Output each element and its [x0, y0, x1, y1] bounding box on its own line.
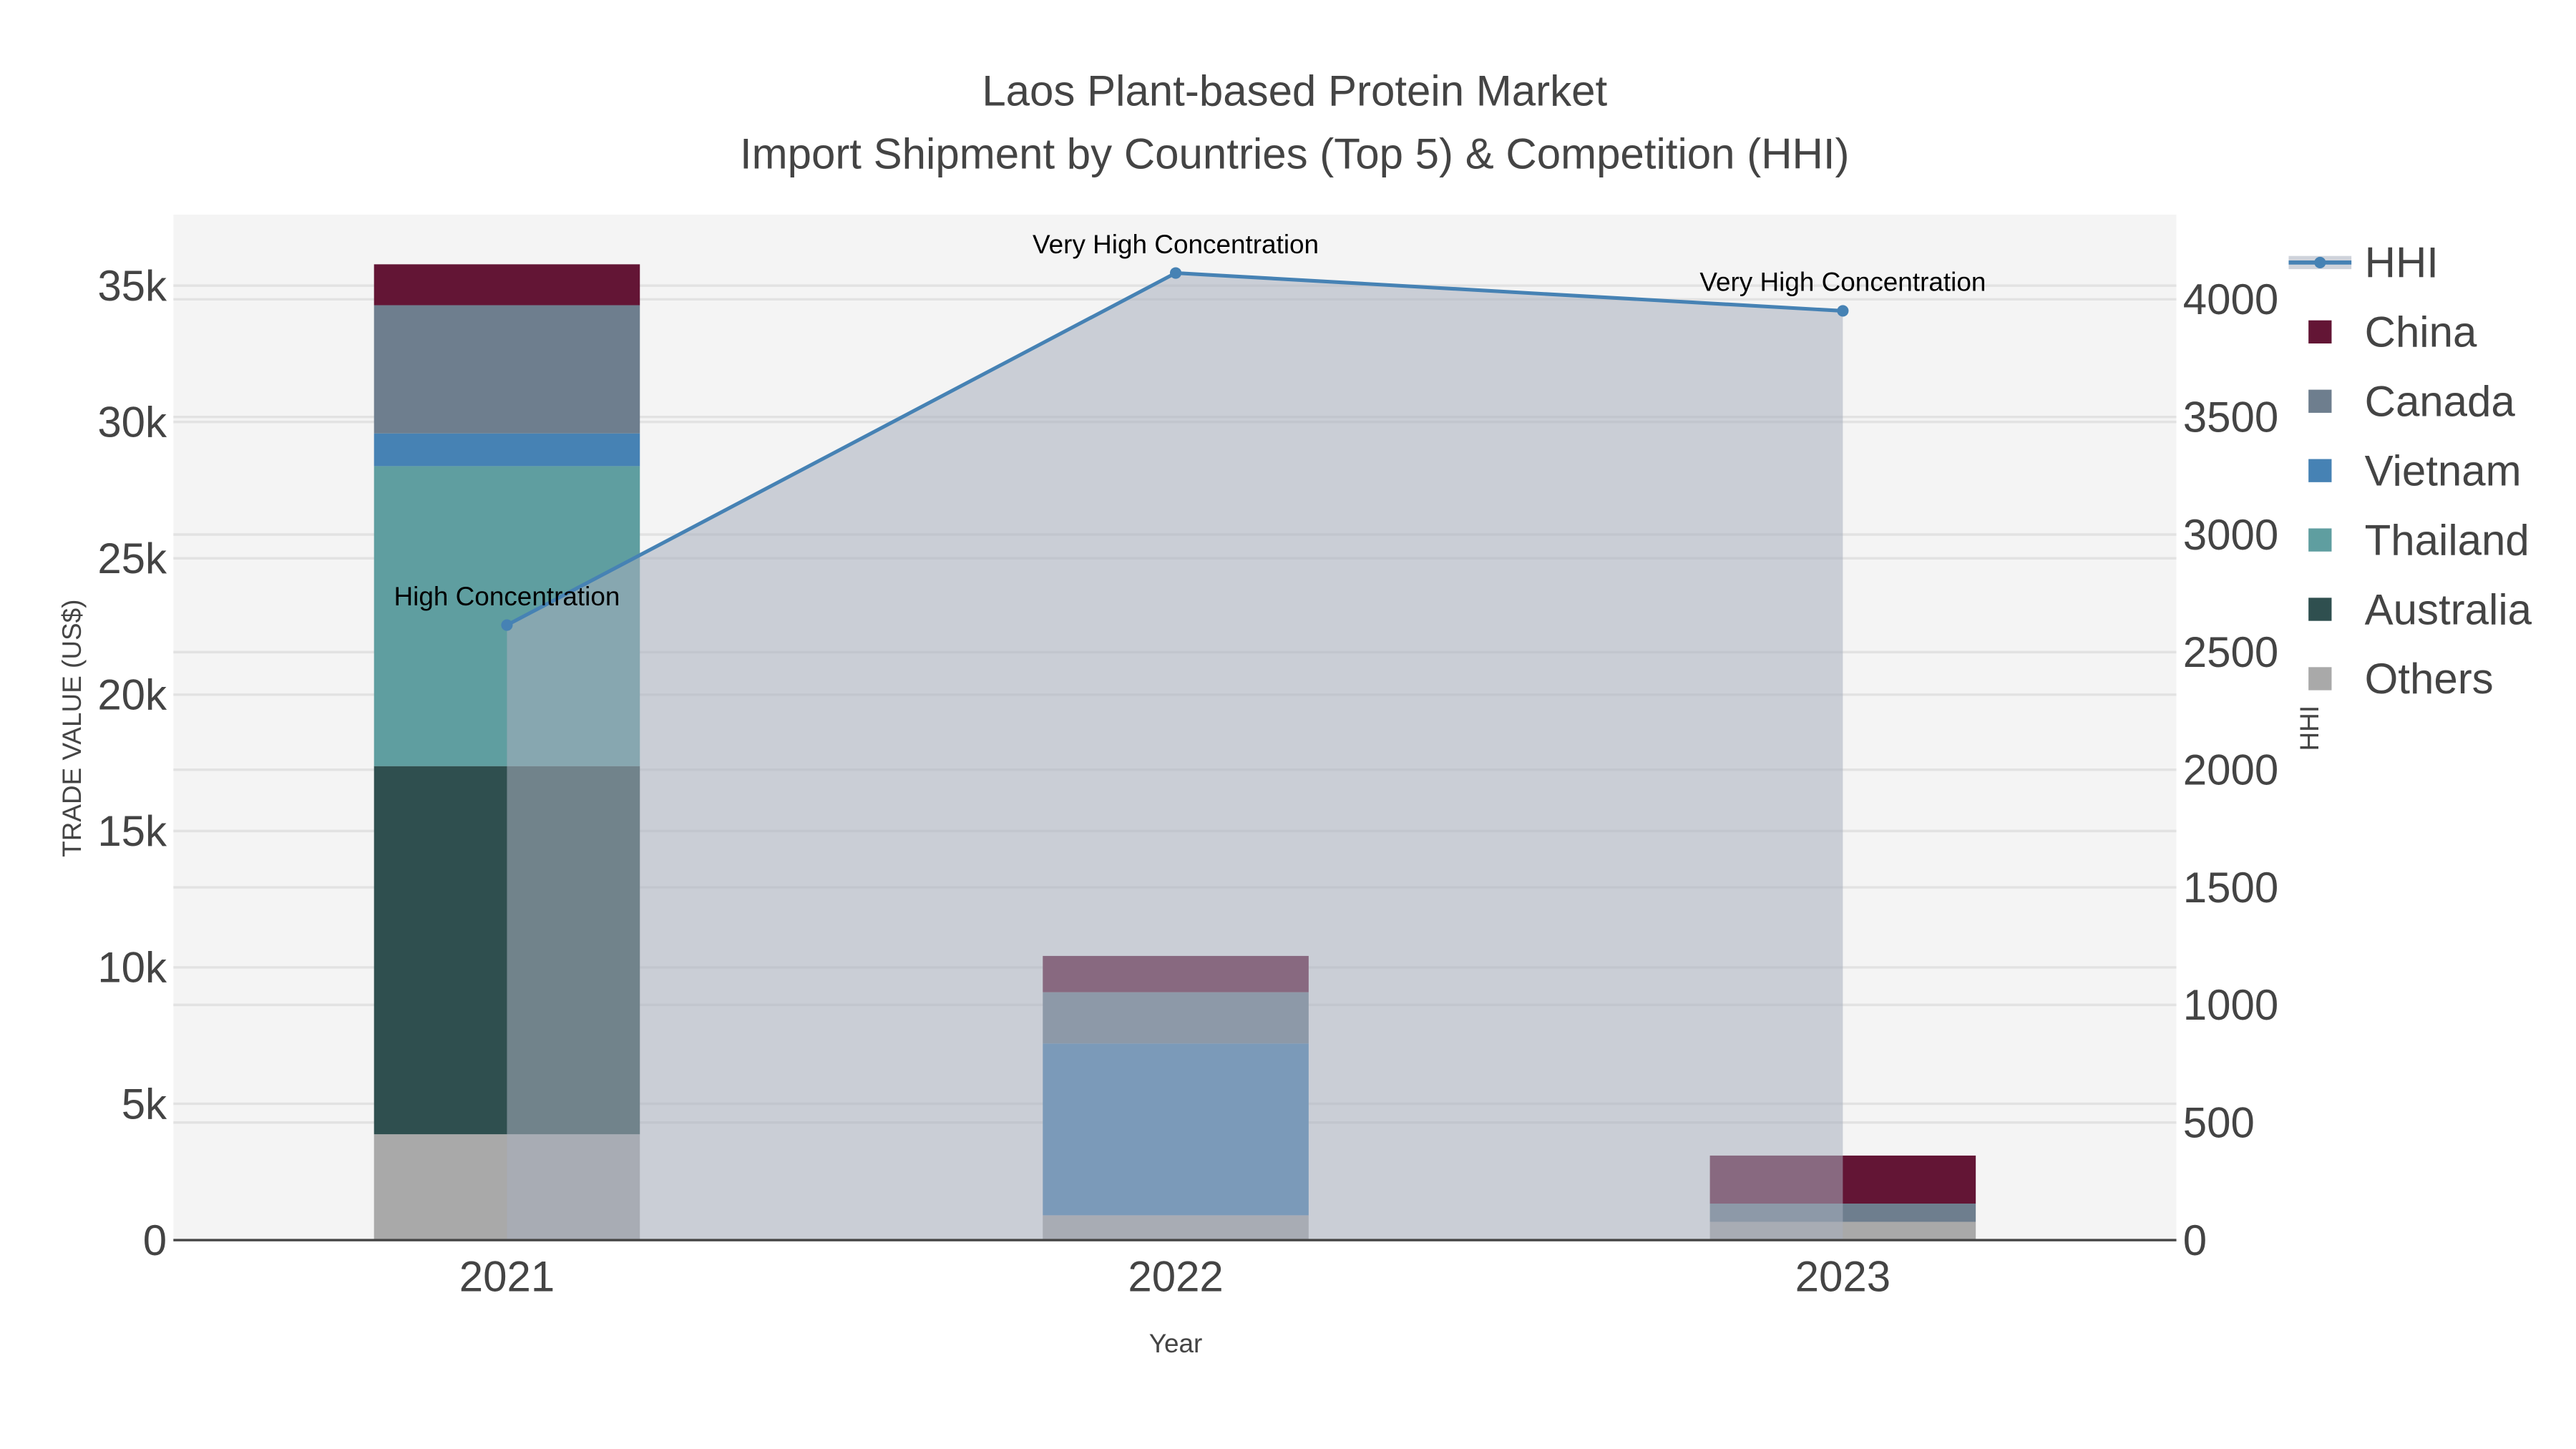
y2-tick-label: 1500 — [2183, 864, 2278, 912]
y-tick-label: 15k — [97, 807, 167, 855]
y-axis-label: TRADE VALUE (US$) — [57, 600, 87, 857]
y-tick-label: 20k — [97, 671, 167, 719]
hhi-annotation: High Concentration — [394, 582, 620, 611]
legend-label-australia: Australia — [2365, 585, 2532, 633]
bar-canada-2021 — [374, 305, 640, 434]
legend-swatch-canada — [2308, 389, 2332, 413]
legend-swatch-china — [2308, 320, 2332, 343]
hhi-annotation: Very High Concentration — [1033, 230, 1319, 259]
y2-tick-label: 0 — [2183, 1216, 2207, 1264]
legend-hhi-marker — [2314, 256, 2326, 268]
y-tick-label: 10k — [97, 944, 167, 992]
chart: High Concentration Very High Concentratio… — [0, 0, 2576, 1449]
x-tick-label: 2023 — [1795, 1253, 1890, 1301]
x-tick-label: 2022 — [1128, 1253, 1223, 1301]
y-tick-label: 5k — [122, 1080, 167, 1128]
y2-tick-label: 3000 — [2183, 511, 2278, 559]
legend-swatch-thailand — [2308, 528, 2332, 552]
y-tick-label: 0 — [143, 1216, 167, 1264]
chart-title: Laos Plant-based Protein Market — [982, 67, 1607, 115]
bar-china-2021 — [374, 264, 640, 306]
chart-subtitle: Import Shipment by Countries (Top 5) & C… — [740, 130, 1850, 177]
y-tick-label: 30k — [97, 398, 167, 446]
legend-label-vietnam: Vietnam — [2365, 447, 2522, 494]
hhi-point — [501, 619, 513, 631]
legend-label-others: Others — [2365, 655, 2494, 703]
y2-tick-label: 4000 — [2183, 275, 2278, 323]
x-axis-label: Year — [1149, 1329, 1203, 1358]
legend-swatch-vietnam — [2308, 459, 2332, 482]
bar-vietnam-2021 — [374, 433, 640, 467]
legend-label-china: China — [2365, 308, 2477, 356]
x-tick-label: 2021 — [459, 1253, 555, 1301]
y2-tick-label: 1000 — [2183, 981, 2278, 1029]
y2-axis-label: HHI — [2295, 706, 2324, 751]
hhi-point — [1837, 305, 1849, 317]
legend-swatch-others — [2308, 667, 2332, 691]
y-tick-label: 25k — [97, 535, 167, 582]
y-tick-label: 35k — [97, 262, 167, 310]
legend-label-thailand: Thailand — [2365, 516, 2529, 564]
hhi-annotation: Very High Concentration — [1699, 268, 1986, 297]
legend-swatch-australia — [2308, 597, 2332, 621]
legend-label-hhi: HHI — [2365, 239, 2439, 287]
legend-label-canada: Canada — [2365, 378, 2516, 426]
hhi-point — [1170, 267, 1182, 279]
y2-tick-label: 2500 — [2183, 628, 2278, 676]
y2-tick-label: 2000 — [2183, 746, 2278, 794]
y2-tick-label: 3500 — [2183, 393, 2278, 441]
y2-tick-label: 500 — [2183, 1099, 2255, 1147]
